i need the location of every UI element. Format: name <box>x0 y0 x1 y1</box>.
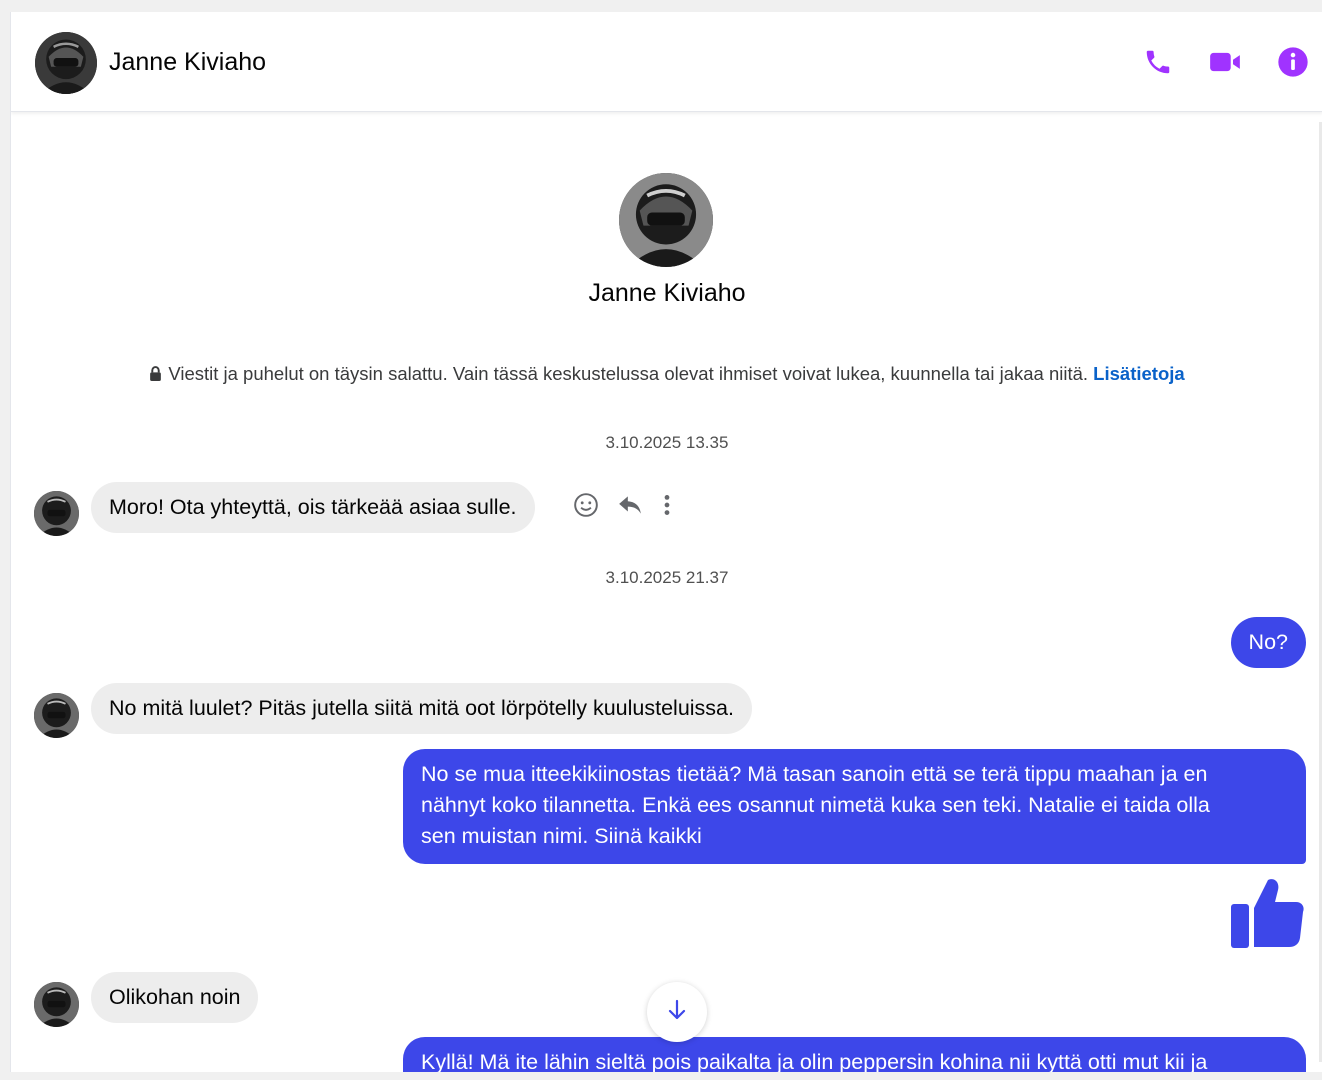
encryption-notice: Viestit ja puhelut on täysin salattu. Va… <box>11 363 1322 386</box>
reply-icon[interactable] <box>617 492 643 523</box>
learn-more-link[interactable]: Lisätietoja <box>1093 363 1185 384</box>
helmet-avatar-image <box>34 982 79 1027</box>
message-text: Moro! Ota yhteyttä, ois tärkeää asiaa su… <box>109 495 517 519</box>
helmet-avatar-image <box>35 32 97 94</box>
message-text: Olikohan noin <box>109 985 241 1009</box>
message-text: No mitä luulet? Pitäs jutella siitä mitä… <box>109 696 734 720</box>
profile-name: Janne Kiviaho <box>588 279 746 307</box>
message-line: No se mua itteekikiinostas tietää? Mä ta… <box>421 762 1208 786</box>
profile-avatar[interactable] <box>619 173 713 267</box>
outgoing-message[interactable]: No? <box>1230 617 1306 668</box>
contact-avatar[interactable] <box>35 32 97 94</box>
smiley-react-icon[interactable] <box>573 492 599 523</box>
message-line: nähnyt koko tilannetta. Enkä ees osannut… <box>421 793 1210 817</box>
sender-avatar[interactable] <box>34 982 79 1027</box>
outgoing-message[interactable]: Kyllä! Mä ite lähin sieltä pois paikalta… <box>403 1037 1306 1072</box>
incoming-message[interactable]: Moro! Ota yhteyttä, ois tärkeää asiaa su… <box>91 482 535 533</box>
timestamp: 3.10.2025 13.35 <box>605 433 729 452</box>
message-actions <box>573 492 673 523</box>
helmet-avatar-image <box>34 491 79 536</box>
chat-header: Janne Kiviaho <box>11 12 1322 112</box>
info-icon[interactable] <box>1276 45 1310 79</box>
helmet-avatar-image <box>619 173 713 267</box>
sender-avatar[interactable] <box>34 693 79 738</box>
arrow-down-icon <box>666 998 688 1027</box>
chat-window: Janne Kiviaho Janne Kiviaho Viestit ja p… <box>10 12 1322 1072</box>
message-text: Kyllä! Mä ite lähin sieltä pois paikalta… <box>421 1050 1208 1072</box>
helmet-avatar-image <box>34 693 79 738</box>
scroll-to-bottom-button[interactable] <box>647 982 707 1042</box>
encryption-notice-text: Viestit ja puhelut on täysin salattu. Va… <box>168 363 1089 384</box>
incoming-message[interactable]: No mitä luulet? Pitäs jutella siitä mitä… <box>91 683 752 734</box>
message-line: sen muistan nimi. Siinä kaikki <box>421 824 702 848</box>
phone-icon[interactable] <box>1141 45 1175 79</box>
lock-icon <box>149 364 162 386</box>
timestamp: 3.10.2025 21.37 <box>605 568 729 587</box>
sender-avatar[interactable] <box>34 491 79 536</box>
thumbs-up-icon[interactable] <box>1228 874 1306 957</box>
contact-name[interactable]: Janne Kiviaho <box>109 48 266 77</box>
outgoing-message[interactable]: No se mua itteekikiinostas tietää? Mä ta… <box>403 749 1306 864</box>
incoming-message[interactable]: Olikohan noin <box>91 972 259 1023</box>
video-camera-icon[interactable] <box>1208 45 1242 79</box>
more-options-icon[interactable] <box>661 492 673 523</box>
message-text: No? <box>1248 630 1288 654</box>
